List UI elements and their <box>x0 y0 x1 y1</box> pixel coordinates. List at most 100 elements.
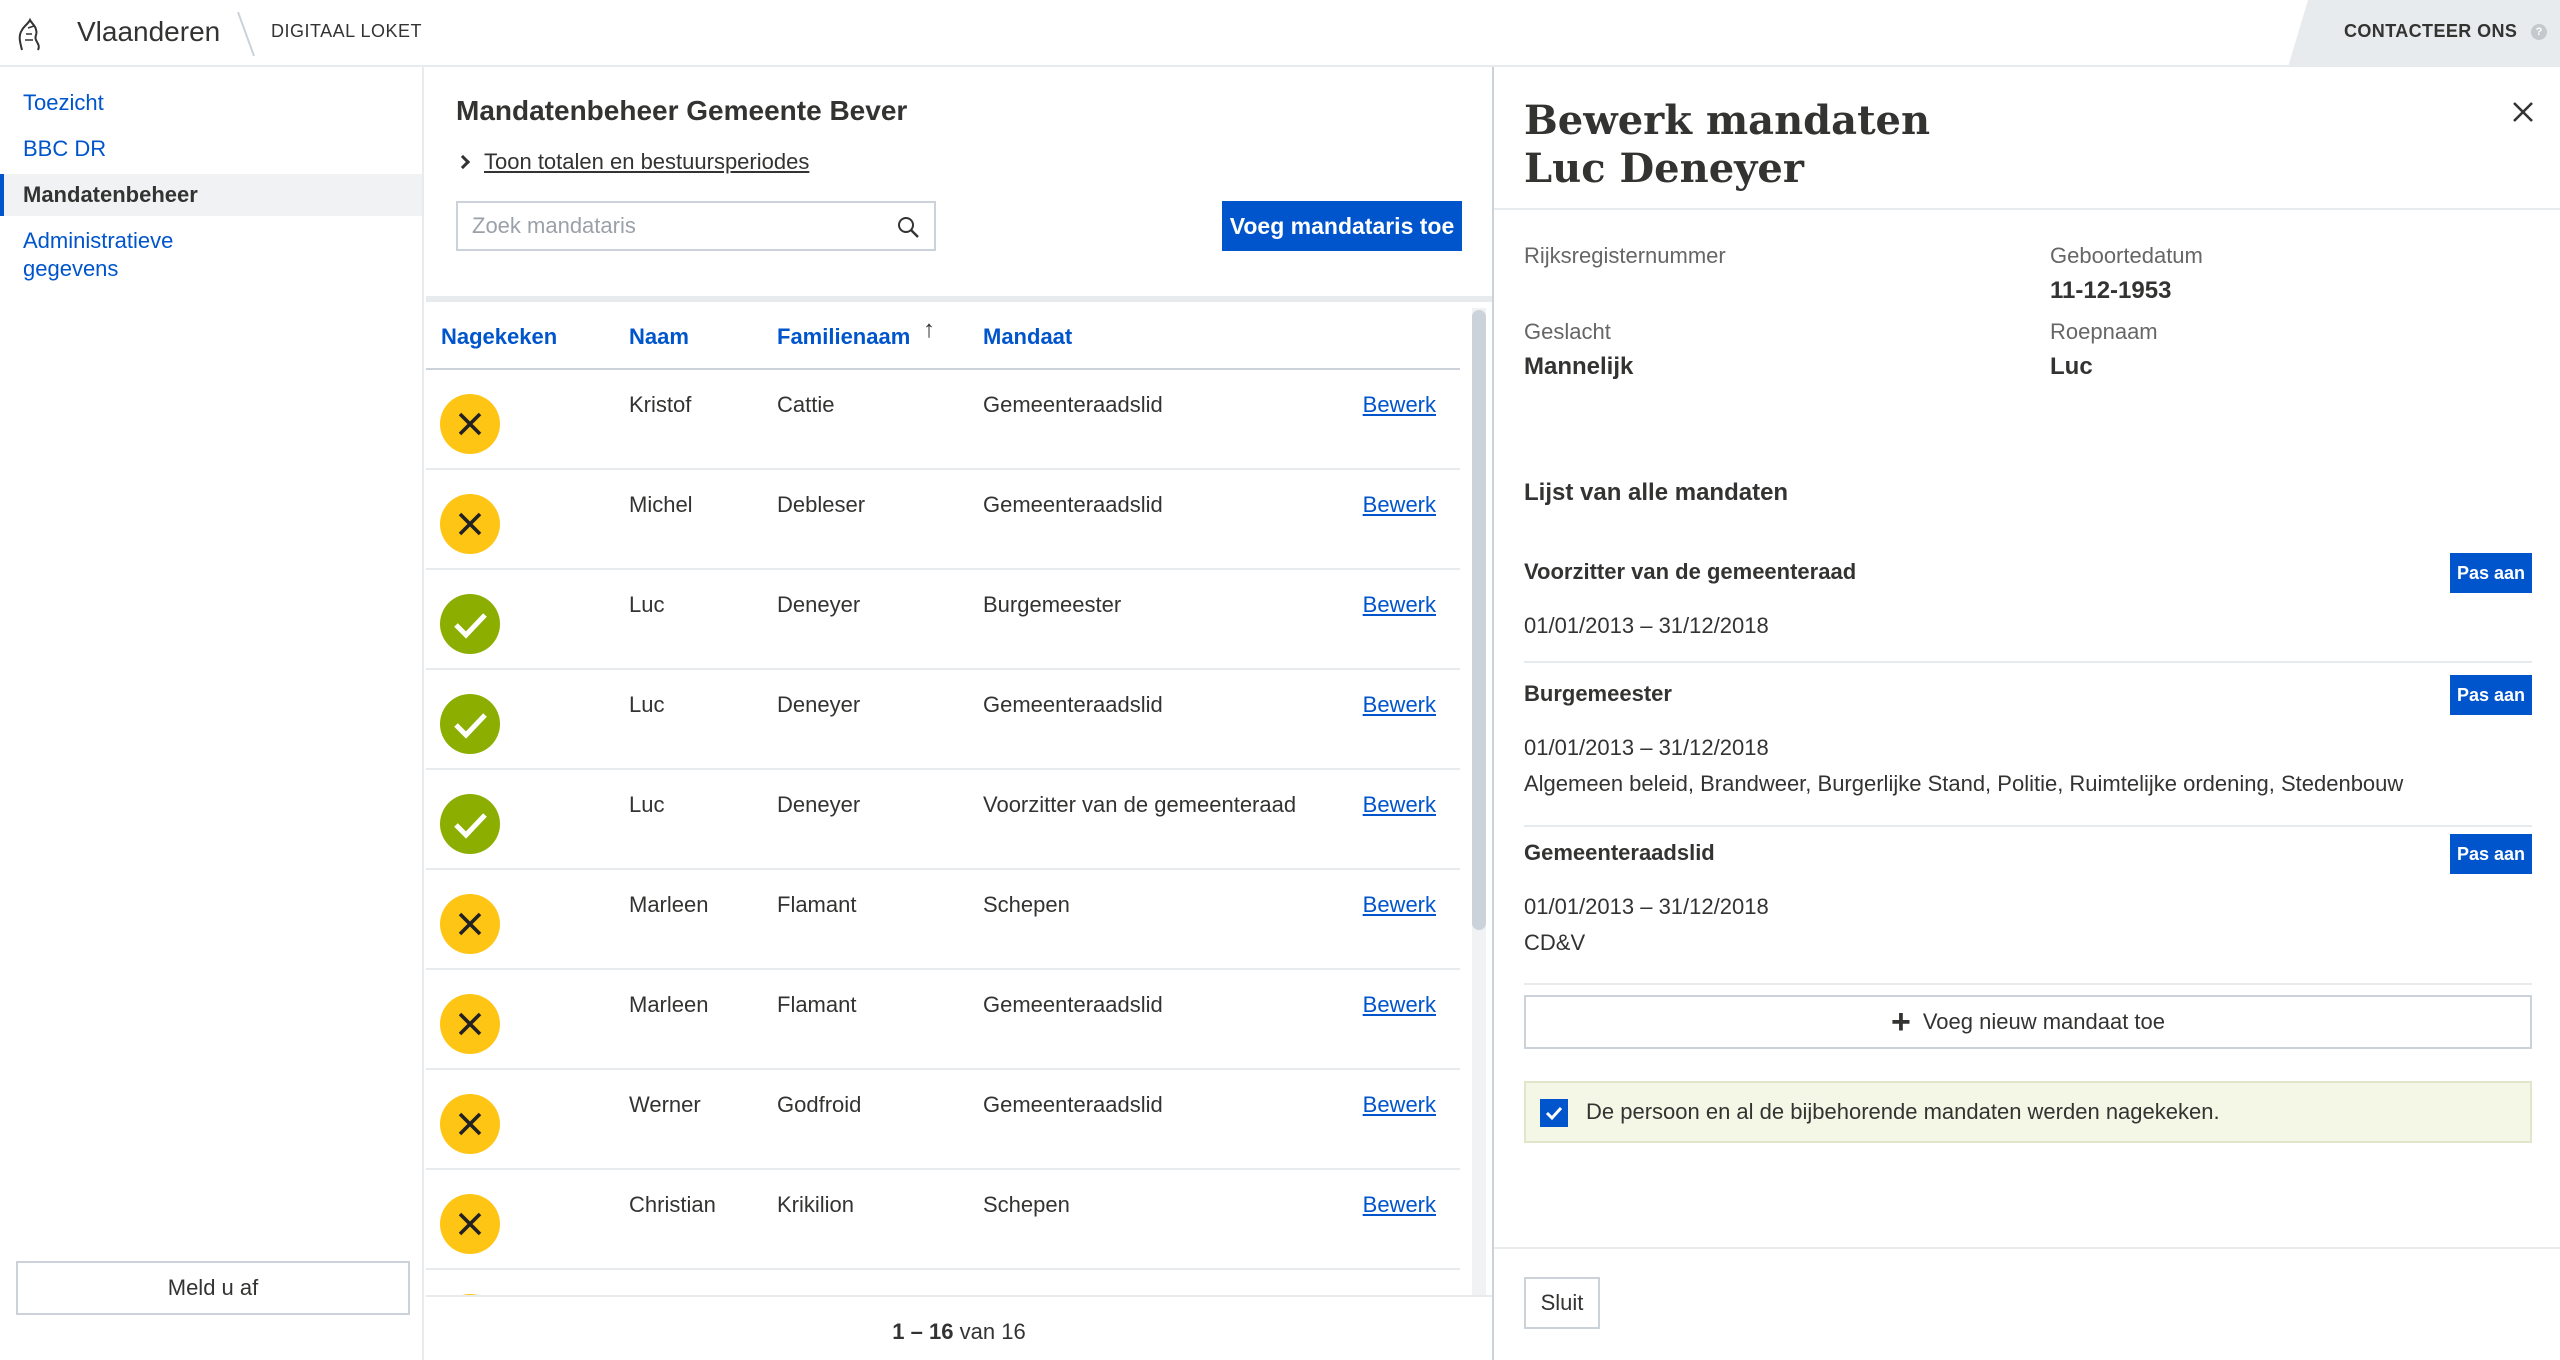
add-mandate-label: Voeg nieuw mandaat toe <box>1922 1009 2166 1034</box>
cell-first-name: Christian <box>629 1192 716 1217</box>
unchecked-status-icon <box>440 1194 500 1254</box>
reviewed-label[interactable]: De persoon en al de bijbehorende mandate… <box>1586 1099 2220 1125</box>
chevron-right-icon <box>455 154 471 170</box>
column-header-nagekeken[interactable]: Nagekeken <box>441 324 557 350</box>
sidebar-item-administratieve-gegevens[interactable]: Administratieve gegevens <box>0 227 230 283</box>
mandataris-table: Nagekeken Naam Familienaam ↑ Mandaat Kri… <box>426 296 1492 1296</box>
sidebar-item-mandatenbeheer[interactable]: Mandatenbeheer <box>0 174 422 216</box>
edit-link[interactable]: Bewerk <box>1363 892 1436 918</box>
column-header-naam[interactable]: Naam <box>629 324 689 350</box>
table-row: Michel Debleser Gemeenteraadslid Bewerk <box>426 472 1460 570</box>
mandate-period: 01/01/2013 – 31/12/2018 <box>1524 613 1769 638</box>
app-name[interactable]: DIGITAAL LOKET <box>271 21 422 42</box>
cell-last-name: Godfroid <box>777 1092 862 1117</box>
add-mandate-button[interactable]: + Voeg nieuw mandaat toe <box>1524 995 2532 1049</box>
mandate-item: Voorzitter van de gemeenteraad Pas aan 0… <box>1524 553 2532 663</box>
mandate-item: Burgemeester Pas aan 01/01/2013 – 31/12/… <box>1524 675 2532 827</box>
scrollbar-thumb[interactable] <box>1472 310 1486 930</box>
cell-first-name: Werner <box>629 1092 701 1117</box>
edit-mandate-button[interactable]: Pas aan <box>2450 553 2532 593</box>
totals-toggle-label[interactable]: Toon totalen en bestuursperiodes <box>484 149 809 174</box>
sidebar-item-toezicht[interactable]: Toezicht <box>0 89 422 117</box>
sort-ascending-icon[interactable]: ↑ <box>923 316 935 344</box>
cell-mandate: Gemeenteraadslid <box>983 492 1163 517</box>
mandate-period: 01/01/2013 – 31/12/2018 <box>1524 735 1769 760</box>
sidebar-item-bbc-dr[interactable]: BBC DR <box>0 135 422 163</box>
checked-status-icon <box>440 794 500 854</box>
table-row: Luc Deneyer Gemeenteraadslid Bewerk <box>426 672 1460 770</box>
birthdate-value: 11-12-1953 <box>2050 277 2172 304</box>
close-icon[interactable] <box>2510 99 2536 125</box>
table-row: Marleen Flamant Gemeenteraadslid Bewerk <box>426 972 1460 1070</box>
help-icon: ? <box>2531 24 2547 40</box>
cell-first-name: Kristof <box>629 392 692 417</box>
unchecked-status-icon <box>440 494 500 554</box>
cell-mandate: Schepen <box>983 892 1070 917</box>
cell-last-name: Flamant <box>777 892 857 917</box>
panel-title: Bewerk mandaten Luc Deneyer <box>1524 97 1930 193</box>
edit-link[interactable]: Bewerk <box>1363 1092 1436 1118</box>
edit-mandate-button[interactable]: Pas aan <box>2450 834 2532 874</box>
panel-footer-divider <box>1494 1247 2560 1249</box>
unchecked-status-icon <box>440 894 500 954</box>
pagination-range: 1 – 16 <box>892 1319 954 1344</box>
gender-label: Geslacht <box>1524 319 1611 344</box>
cell-mandate: Gemeenteraadslid <box>983 392 1163 417</box>
column-header-familienaam[interactable]: Familienaam <box>777 324 910 350</box>
cell-mandate: Burgemeester <box>983 592 1122 617</box>
cell-first-name: Marleen <box>629 892 709 917</box>
reviewed-checkbox[interactable] <box>1540 1099 1568 1127</box>
cell-last-name: Cattie <box>777 392 835 417</box>
table-row: Werner Godfroid Gemeenteraadslid Bewerk <box>426 1072 1460 1170</box>
cell-first-name: Luc <box>629 792 665 817</box>
cell-first-name: Luc <box>629 592 665 617</box>
unchecked-status-icon <box>440 394 500 454</box>
checked-status-icon <box>440 594 500 654</box>
main-content: Mandatenbeheer Gemeente Bever Toon total… <box>426 67 1492 1360</box>
edit-link[interactable]: Bewerk <box>1363 1192 1436 1218</box>
mandate-item: Gemeenteraadslid Pas aan 01/01/2013 – 31… <box>1524 834 2532 985</box>
edit-mandate-button[interactable]: Pas aan <box>2450 675 2532 715</box>
cell-first-name: Marleen <box>629 992 709 1017</box>
cell-last-name: Flamant <box>777 992 857 1017</box>
edit-mandates-panel: Bewerk mandaten Luc Deneyer Rijksregiste… <box>1492 67 2560 1360</box>
search-icon[interactable] <box>896 215 920 239</box>
table-row: Christian Krikilion Schepen Bewerk <box>426 1172 1460 1270</box>
unchecked-status-icon <box>440 1094 500 1154</box>
reviewed-confirmation: De persoon en al de bijbehorende mandate… <box>1524 1081 2532 1143</box>
nickname-value: Luc <box>2050 353 2093 380</box>
flemish-lion-logo-icon[interactable] <box>14 16 44 52</box>
edit-link[interactable]: Bewerk <box>1363 592 1436 618</box>
edit-link[interactable]: Bewerk <box>1363 392 1436 418</box>
cell-first-name: Michel <box>629 492 693 517</box>
cell-last-name: Krikilion <box>777 1192 855 1217</box>
close-panel-button[interactable]: Sluit <box>1524 1277 1600 1329</box>
totals-toggle[interactable]: Toon totalen en bestuursperiodes <box>455 149 809 175</box>
checked-status-icon <box>440 694 500 754</box>
table-header: Nagekeken Naam Familienaam ↑ Mandaat <box>426 302 1460 370</box>
pagination-total: 16 <box>1001 1319 1026 1344</box>
logout-button[interactable]: Meld u af <box>16 1261 410 1315</box>
table-row: Luc Deneyer Voorzitter van de gemeenteraad… <box>426 772 1460 870</box>
column-header-mandaat[interactable]: Mandaat <box>983 324 1072 350</box>
table-row: Marleen Flamant Schepen Bewerk <box>426 872 1460 970</box>
table-row: ChristianKrikilionGemeenteraadslidBewerk <box>426 1272 1460 1296</box>
page-title: Mandatenbeheer Gemeente Bever <box>456 95 908 126</box>
checkmark-icon <box>1545 1106 1563 1121</box>
cell-mandate: Voorzitter van de gemeenteraad <box>983 792 1297 817</box>
nickname-label: Roepnaam <box>2050 319 2158 344</box>
panel-title-line1: Bewerk mandaten <box>1524 97 1931 144</box>
table-row: Kristof Cattie Gemeenteraadslid Bewerk <box>426 372 1460 470</box>
contact-button[interactable]: CONTACTEER ONS ? <box>2288 0 2560 67</box>
edit-link[interactable]: Bewerk <box>1363 992 1436 1018</box>
brand-name[interactable]: Vlaanderen <box>77 16 220 48</box>
cell-last-name: Deneyer <box>777 692 861 717</box>
cell-mandate: Gemeenteraadslid <box>983 992 1163 1017</box>
edit-link[interactable]: Bewerk <box>1363 692 1436 718</box>
add-mandataris-button[interactable]: Voeg mandataris toe <box>1222 201 1462 251</box>
search-input[interactable] <box>458 203 878 249</box>
cell-last-name: Deneyer <box>777 592 861 617</box>
edit-link[interactable]: Bewerk <box>1363 792 1436 818</box>
edit-link[interactable]: Bewerk <box>1363 492 1436 518</box>
unchecked-status-icon <box>440 994 500 1054</box>
